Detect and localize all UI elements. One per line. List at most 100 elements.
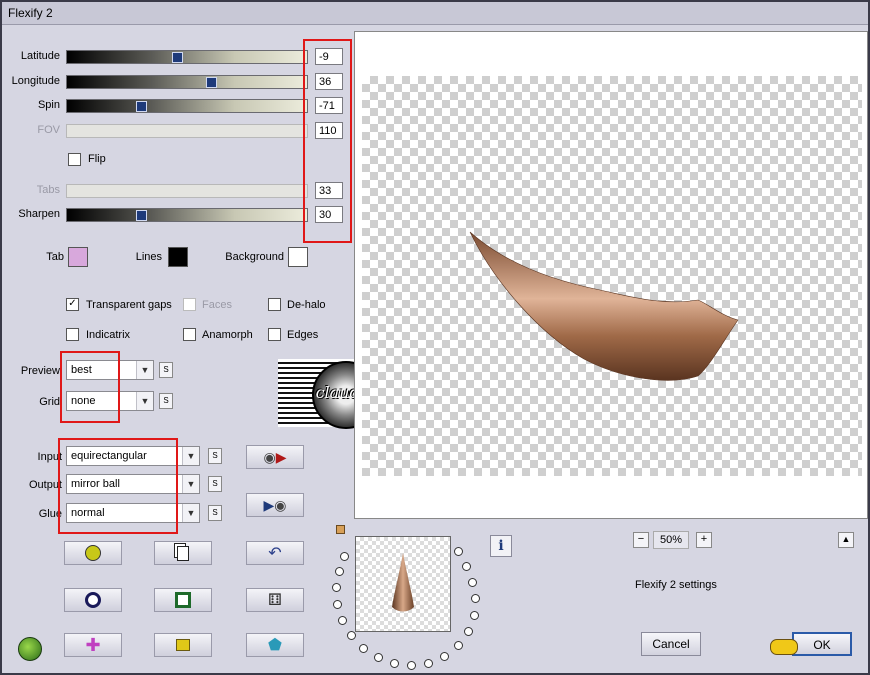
orbit-dot[interactable]: [332, 583, 341, 592]
latitude-slider-thumb[interactable]: [172, 52, 184, 63]
copy-pages-icon: [177, 545, 189, 561]
pentagon-icon: ⬟: [268, 637, 282, 654]
orbit-dot[interactable]: [407, 661, 416, 670]
preview-s-button[interactable]: S: [159, 362, 173, 378]
spin-slider[interactable]: [66, 99, 308, 113]
sharpen-slider[interactable]: [66, 208, 308, 222]
orbit-dot[interactable]: [390, 659, 399, 668]
orbit-dot[interactable]: [471, 594, 480, 603]
cube-icon: [176, 639, 190, 651]
handle-square-icon[interactable]: [336, 525, 345, 534]
copy-button[interactable]: [154, 541, 212, 565]
highlight-box-values: [303, 39, 352, 243]
flip-label: Flip: [88, 153, 106, 165]
indicatrix-checkbox[interactable]: [66, 328, 79, 341]
orbit-dot[interactable]: [454, 547, 463, 556]
edges-checkbox[interactable]: [268, 328, 281, 341]
latitude-slider[interactable]: [66, 50, 308, 64]
collapse-button[interactable]: ▲: [838, 532, 854, 548]
orbit-dot[interactable]: [440, 652, 449, 661]
spin-slider-thumb[interactable]: [136, 101, 148, 112]
orbit-dot[interactable]: [347, 631, 356, 640]
orbit-dot[interactable]: [335, 567, 344, 576]
pointing-hand-icon: [770, 639, 798, 655]
orbit-dot[interactable]: [454, 641, 463, 650]
lines-color-label: Lines: [135, 251, 162, 263]
chevron-up-icon: ▲: [841, 534, 851, 544]
lines-color-swatch[interactable]: [168, 247, 188, 267]
indicatrix-label: Indicatrix: [86, 329, 131, 341]
preview-canvas[interactable]: [362, 76, 862, 476]
sphere-button[interactable]: [64, 588, 122, 612]
orbit-dot[interactable]: [359, 644, 368, 653]
disc-play-icon: ◉▶: [263, 448, 287, 465]
orbit-dot[interactable]: [374, 653, 383, 662]
transparent-gaps-checkbox[interactable]: ✓: [66, 298, 79, 311]
thumbnail-shape: [392, 553, 414, 612]
undo-arrow-icon: ↶: [268, 545, 282, 562]
anamorph-checkbox[interactable]: [183, 328, 196, 341]
zoom-in-button[interactable]: +: [696, 532, 712, 548]
preview-label: Preview: [20, 365, 60, 377]
zoom-level: 50%: [653, 531, 689, 549]
chevron-down-icon: ▼: [136, 361, 153, 379]
transparent-gaps-label: Transparent gaps: [86, 299, 172, 311]
longitude-slider-thumb[interactable]: [206, 77, 217, 88]
orbit-dot[interactable]: [424, 659, 433, 668]
faces-checkbox: [183, 298, 196, 311]
de-halo-label: De-halo: [287, 299, 326, 311]
anamorph-label: Anamorph: [202, 329, 253, 341]
de-halo-checkbox[interactable]: [268, 298, 281, 311]
dice-icon: ⚅: [268, 592, 282, 609]
square-frame-icon: [175, 592, 191, 608]
orbit-dot[interactable]: [464, 627, 473, 636]
faces-label: Faces: [202, 299, 232, 311]
ok-button[interactable]: OK: [792, 632, 852, 656]
input-label: Input: [37, 451, 62, 463]
frame-button[interactable]: [154, 588, 212, 612]
plus-cross-icon: ✚: [85, 634, 101, 655]
glue-s-button[interactable]: S: [208, 505, 222, 521]
cube-button[interactable]: [154, 633, 212, 657]
grid-s-button[interactable]: S: [159, 393, 173, 409]
info-button[interactable]: i: [490, 535, 512, 557]
tabs-label: Tabs: [36, 184, 60, 196]
flip-checkbox[interactable]: [68, 153, 81, 166]
orbit-dot[interactable]: [333, 600, 342, 609]
fov-slider: [66, 124, 308, 138]
preview-shape: [469, 231, 739, 381]
chevron-down-icon: ▼: [182, 447, 199, 465]
dice-button[interactable]: ⚅: [246, 588, 304, 612]
input-s-button[interactable]: S: [208, 448, 222, 464]
play-forward-button[interactable]: ◉▶: [246, 445, 304, 469]
fov-label: FOV: [37, 124, 60, 136]
longitude-slider[interactable]: [66, 75, 308, 89]
sharpen-slider-thumb[interactable]: [136, 210, 148, 221]
zoom-out-button[interactable]: −: [633, 532, 649, 548]
orbit-dot[interactable]: [340, 552, 349, 561]
dialog-body: Latitude -9 Longitude 36 Spin -71 FOV 11…: [2, 25, 868, 673]
pentagon-button[interactable]: ⬟: [246, 633, 304, 657]
tabs-slider: [66, 184, 308, 198]
output-s-button[interactable]: S: [208, 476, 222, 492]
window-title: Flexify 2: [8, 6, 53, 20]
cross-shape-button[interactable]: ✚: [64, 633, 122, 657]
orbit-dot[interactable]: [468, 578, 477, 587]
tab-color-swatch[interactable]: [68, 247, 88, 267]
spin-label: Spin: [37, 99, 60, 111]
settings-caption: Flexify 2 settings: [635, 579, 717, 591]
smiley-icon: [85, 545, 101, 561]
orbit-dot[interactable]: [338, 616, 347, 625]
highlight-box-preview: [60, 351, 120, 423]
highlight-box-mapping: [58, 438, 178, 534]
grid-label: Grid: [39, 396, 60, 408]
play-reverse-button[interactable]: ▶◉: [246, 493, 304, 517]
background-color-swatch[interactable]: [288, 247, 308, 267]
randomize-button[interactable]: [64, 541, 122, 565]
orbit-dot[interactable]: [462, 562, 471, 571]
glue-label: Glue: [38, 508, 62, 520]
orbit-dot[interactable]: [470, 611, 479, 620]
undo-button[interactable]: ↶: [246, 541, 304, 565]
flexify-dialog: Flexify 2 Latitude -9 Longitude 36 Spin …: [0, 0, 870, 675]
cancel-button[interactable]: Cancel: [641, 632, 701, 656]
